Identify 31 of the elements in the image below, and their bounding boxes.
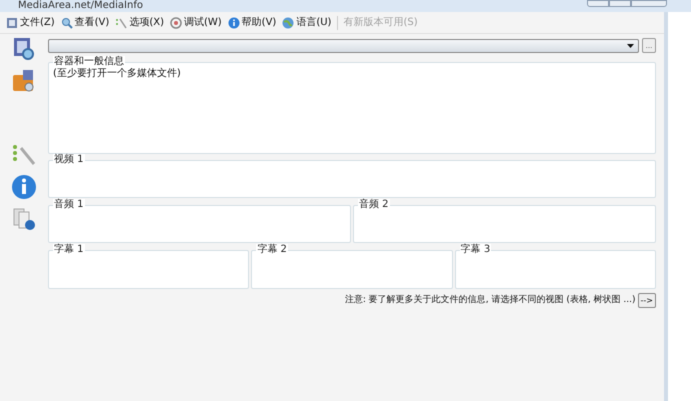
menu-item[interactable]: 帮助(V): [242, 16, 276, 28]
menu-item[interactable]: 选项(X): [129, 16, 164, 28]
close-button[interactable]: [631, 0, 667, 7]
note-text: 注意: 要了解更多关于此文件的信息, 请选择不同的视图 (表格, 树状图 ...): [344, 295, 636, 306]
group-title: 字幕 2: [256, 244, 288, 256]
maximize-button[interactable]: [609, 0, 631, 7]
info-icon[interactable]: [11, 174, 37, 200]
menu-item[interactable]: 查看(V): [74, 16, 110, 28]
group-title: 视频 1: [53, 154, 85, 166]
minimize-button[interactable]: [587, 0, 609, 7]
group-title: 音频 1: [53, 199, 85, 211]
documents-globe-icon[interactable]: [11, 206, 37, 232]
next-view-button[interactable]: -->: [638, 293, 656, 308]
wrench-icon: [115, 16, 128, 28]
file-dropdown[interactable]: [48, 38, 639, 52]
info-text: (至少要打开一个多媒体文件): [53, 68, 182, 80]
menu-item[interactable]: 语言(U): [296, 16, 332, 28]
film-search-icon[interactable]: [11, 36, 37, 62]
group-title: 音频 2: [358, 199, 390, 211]
group-title: 字幕 3: [460, 244, 492, 256]
caret-icon: [627, 44, 634, 48]
wrench-icon[interactable]: [11, 142, 37, 168]
window-title: MediaArea.net/MediaInfo: [18, 0, 143, 12]
menu-item[interactable]: 文件(Z): [20, 16, 55, 28]
info-icon: [228, 16, 240, 28]
gear-icon: [170, 16, 182, 28]
menu-item[interactable]: 调试(W): [184, 16, 222, 28]
group-title: 容器和一般信息: [53, 56, 125, 68]
group-title: 字幕 1: [53, 244, 85, 256]
globe-icon: [282, 16, 294, 28]
magnifier-icon: [60, 16, 73, 28]
